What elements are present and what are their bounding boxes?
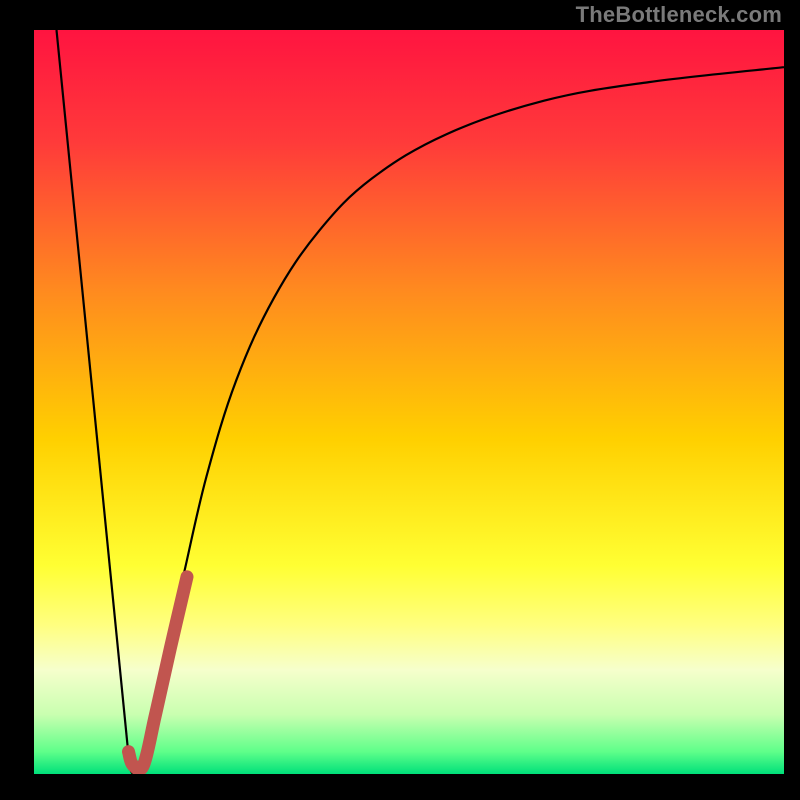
plot-area <box>34 30 784 774</box>
frame: TheBottleneck.com <box>0 0 800 800</box>
red-hook <box>129 577 188 770</box>
black-curve <box>130 67 784 774</box>
chart-svg <box>34 30 784 774</box>
black-curve <box>57 30 131 770</box>
watermark-label: TheBottleneck.com <box>576 2 782 28</box>
